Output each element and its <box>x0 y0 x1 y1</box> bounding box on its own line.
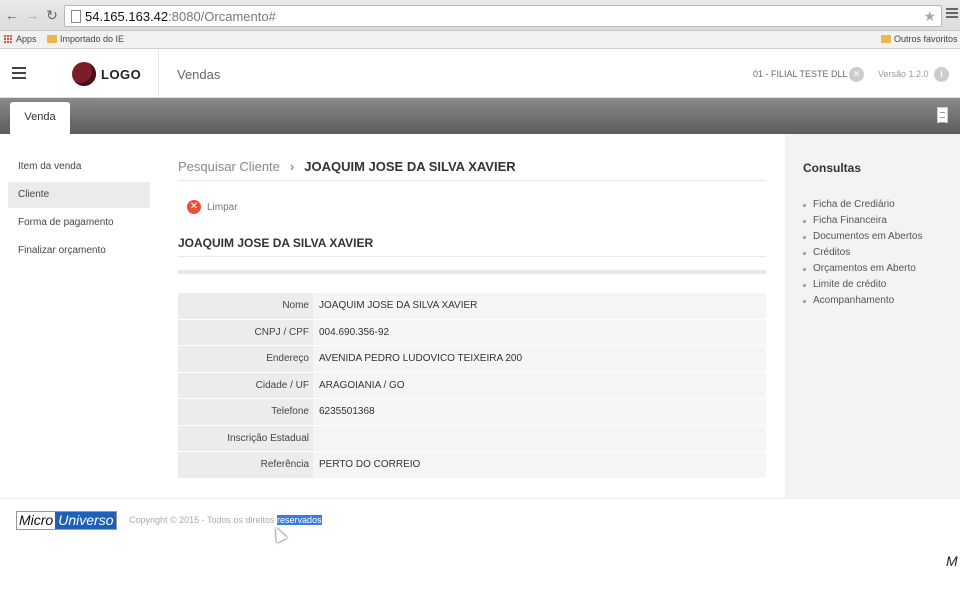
footer-logo-part2: Universo <box>55 512 117 529</box>
detail-label: Referência <box>178 452 313 478</box>
hamburger-icon[interactable] <box>12 67 26 81</box>
browser-toolbar: ← → ↻ 54.165.163.42:8080/Orcamento# ★ <box>0 0 960 31</box>
client-name-heading: JOAQUIM JOSE DA SILVA XAVIER <box>178 236 374 250</box>
sidebar-item-cliente[interactable]: Cliente <box>8 182 150 208</box>
close-circle-icon: ✕ <box>187 200 201 214</box>
info-icon[interactable]: i <box>934 67 949 82</box>
header-divider <box>158 50 159 98</box>
version-label: Versão 1.2.0 <box>878 69 929 79</box>
logo-text: LOGO <box>101 66 142 82</box>
copyright-text: Copyright © 2015 - Todos os direitos res… <box>129 515 322 525</box>
consultas-list: Ficha de Crediário Ficha Financeira Docu… <box>803 197 923 309</box>
bookmarks-bar: Apps Importado do IE Outros favoritos <box>0 31 960 49</box>
detail-label: Cidade / UF <box>178 372 313 398</box>
sidebar-item-finalizar-orcamento[interactable]: Finalizar orçamento <box>8 238 150 264</box>
breadcrumb-parent[interactable]: Pesquisar Cliente <box>178 159 280 174</box>
sidebar-item-forma-de-pagamento[interactable]: Forma de pagamento <box>8 210 150 236</box>
bookmark-imported-label: Importado do IE <box>60 34 125 44</box>
document-icon[interactable] <box>937 107 948 123</box>
detail-label: Nome <box>178 293 313 319</box>
detail-label: CNPJ / CPF <box>178 319 313 345</box>
chrome-menu-icon[interactable] <box>946 8 958 22</box>
address-bar[interactable]: 54.165.163.42:8080/Orcamento# ★ <box>64 5 942 27</box>
detail-value: PERTO DO CORREIO <box>313 452 766 478</box>
bookmark-others[interactable]: Outros favoritos <box>881 34 958 44</box>
consultas-item[interactable]: Orçamentos em Aberto <box>803 261 923 277</box>
footer-logo-part1: Micro <box>17 512 56 529</box>
app-header: LOGO Vendas 01 - FILIAL TESTE DLL ✕ Vers… <box>0 50 960 98</box>
folder-icon <box>47 35 57 43</box>
client-details-table: Nome JOAQUIM JOSE DA SILVA XAVIER CNPJ /… <box>178 293 766 479</box>
bookmark-apps-label: Apps <box>16 34 37 44</box>
bookmark-apps[interactable]: Apps <box>4 34 37 44</box>
breadcrumb-current: JOAQUIM JOSE DA SILVA XAVIER <box>304 159 516 174</box>
bookmark-others-label: Outros favoritos <box>894 34 958 44</box>
detail-value: AVENIDA PEDRO LUDOVICO TEIXEIRA 200 <box>313 346 766 372</box>
consultas-item[interactable]: Ficha de Crediário <box>803 197 923 213</box>
table-row: Telefone 6235501368 <box>178 399 766 426</box>
consultas-item[interactable]: Créditos <box>803 245 923 261</box>
clear-label: Limpar <box>207 201 238 213</box>
close-circle-icon[interactable]: ✕ <box>849 67 864 82</box>
divider <box>178 270 766 274</box>
detail-label: Inscrição Estadual <box>178 425 313 451</box>
table-row: Nome JOAQUIM JOSE DA SILVA XAVIER <box>178 293 766 320</box>
table-row: Referência PERTO DO CORREIO <box>178 452 766 479</box>
footer: Micro Universo Copyright © 2015 - Todos … <box>0 498 960 600</box>
selected-text: reservados <box>277 515 322 525</box>
consultas-panel: Consultas Ficha de Crediário Ficha Finan… <box>785 134 960 498</box>
page-icon <box>71 10 81 23</box>
main-content: Pesquisar Cliente › JOAQUIM JOSE DA SILV… <box>158 134 785 498</box>
consultas-item[interactable]: Documentos em Abertos <box>803 229 923 245</box>
table-row: Cidade / UF ARAGOIANIA / GO <box>178 372 766 399</box>
detail-label: Telefone <box>178 399 313 425</box>
detail-value: JOAQUIM JOSE DA SILVA XAVIER <box>313 293 766 319</box>
consultas-item[interactable]: Acompanhamento <box>803 293 923 309</box>
tab-venda[interactable]: Venda <box>10 102 70 134</box>
sidebar-item-item-da-venda[interactable]: Item da venda <box>8 154 150 180</box>
detail-value: 004.690.356-92 <box>313 319 766 345</box>
back-arrow-icon[interactable]: ← <box>4 7 20 23</box>
forward-arrow-icon[interactable]: → <box>24 7 40 23</box>
consultas-item[interactable]: Ficha Financeira <box>803 213 923 229</box>
footer-logo[interactable]: Micro Universo <box>16 511 118 530</box>
bookmark-imported[interactable]: Importado do IE <box>47 34 124 44</box>
breadcrumb: Pesquisar Cliente › JOAQUIM JOSE DA SILV… <box>178 159 516 174</box>
folder-icon <box>881 35 891 43</box>
detail-value <box>313 425 766 451</box>
logo[interactable]: LOGO <box>72 62 141 86</box>
divider <box>178 180 766 181</box>
page-title: Vendas <box>177 67 221 82</box>
table-row: Inscrição Estadual <box>178 425 766 452</box>
filial-label: 01 - FILIAL TESTE DLL <box>753 69 848 79</box>
url-text[interactable]: 54.165.163.42:8080/Orcamento# <box>85 9 276 24</box>
consultas-title: Consultas <box>803 161 862 175</box>
detail-value: ARAGOIANIA / GO <box>313 372 766 398</box>
consultas-item[interactable]: Limite de crédito <box>803 277 923 293</box>
detail-label: Endereço <box>178 346 313 372</box>
reload-icon[interactable]: ↻ <box>44 7 60 23</box>
apps-icon <box>4 34 13 44</box>
logo-mark <box>72 62 96 86</box>
corner-letter: M <box>946 553 958 569</box>
table-row: Endereço AVENIDA PEDRO LUDOVICO TEIXEIRA… <box>178 346 766 373</box>
tab-bar: Venda <box>0 98 960 134</box>
star-icon[interactable]: ★ <box>923 8 936 25</box>
table-row: CNPJ / CPF 004.690.356-92 <box>178 319 766 346</box>
divider <box>178 256 766 257</box>
sidebar: Item da venda Cliente Forma de pagamento… <box>0 134 158 498</box>
clear-button[interactable]: ✕ Limpar <box>187 200 238 214</box>
breadcrumb-separator: › <box>289 159 295 174</box>
detail-value: 6235501368 <box>313 399 766 425</box>
